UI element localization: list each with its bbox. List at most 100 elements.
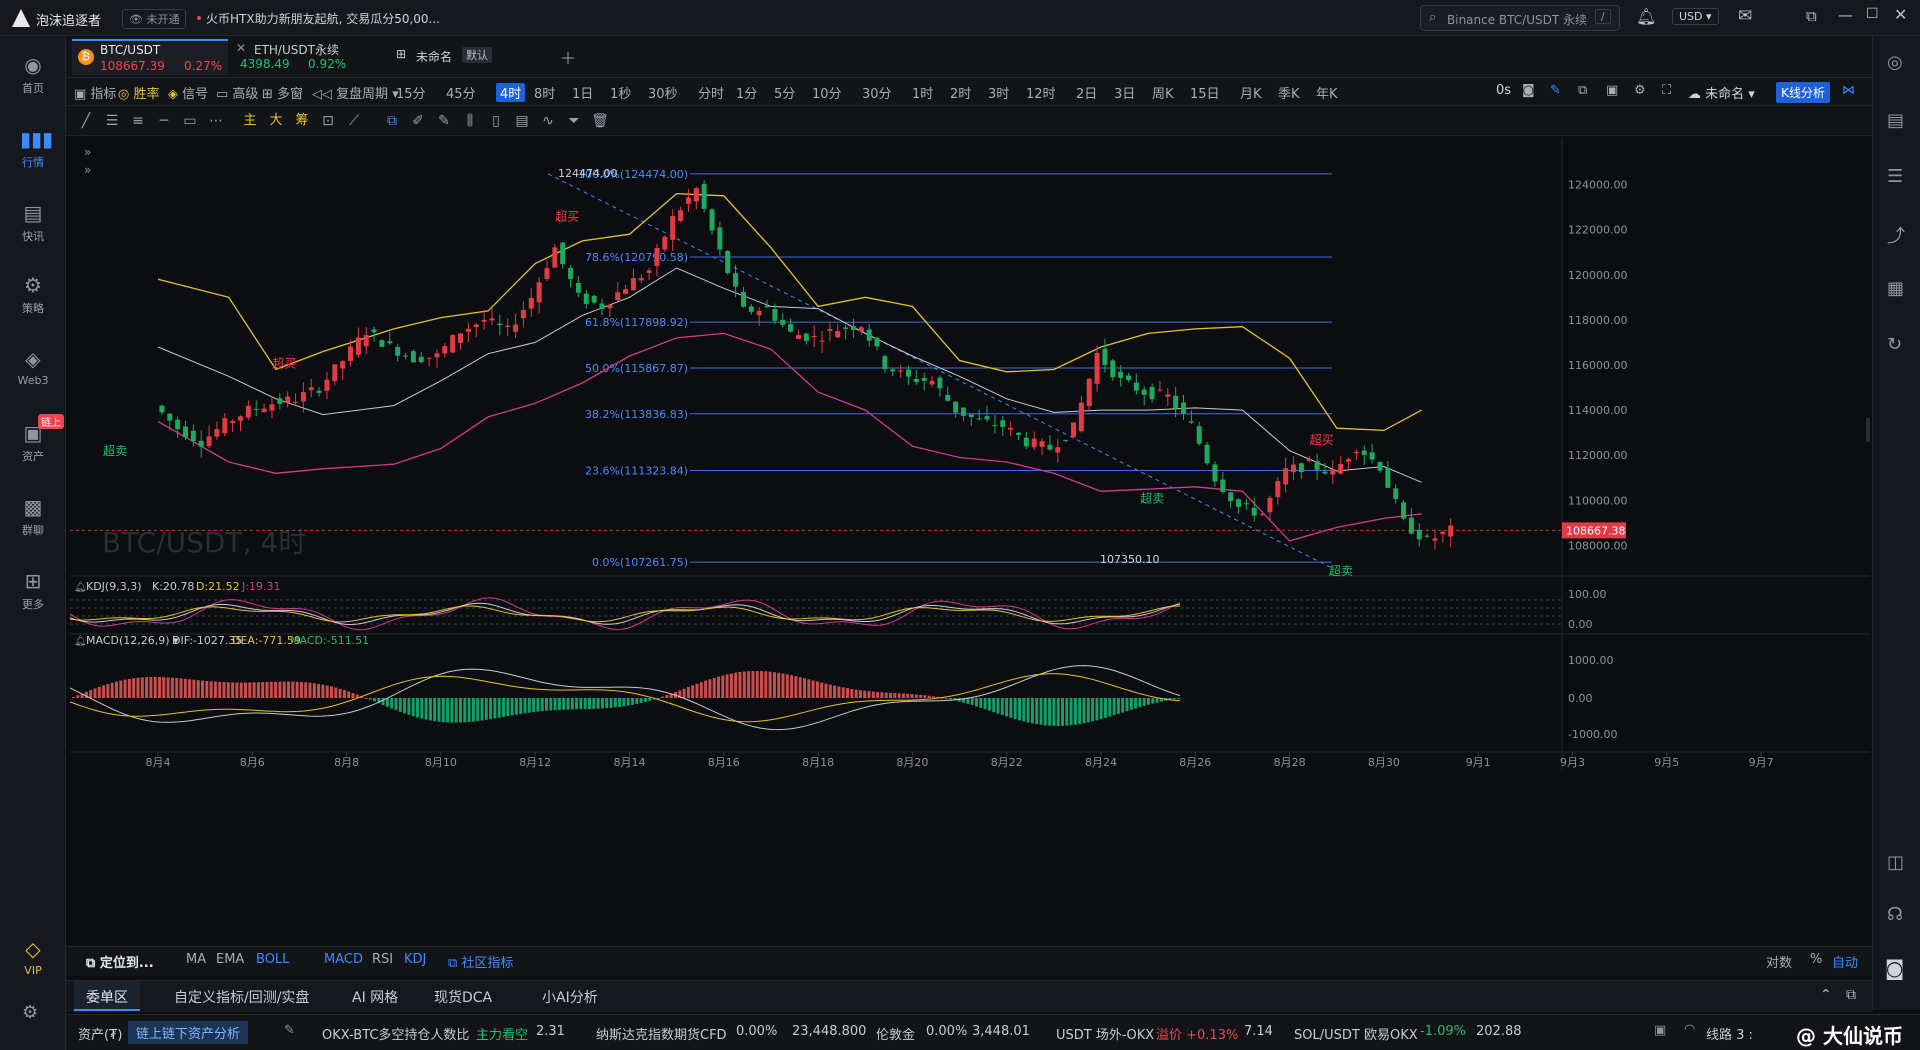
bell-icon[interactable]: 🔔︎ xyxy=(1636,7,1656,26)
copy-icon[interactable]: ⧉ xyxy=(382,111,402,131)
curve-icon[interactable]: ∿ xyxy=(538,111,558,131)
timeframe-3[interactable]: 8时 xyxy=(534,83,555,102)
ruler-icon[interactable]: ⫼ xyxy=(460,111,480,131)
ind-ma[interactable]: MA xyxy=(186,952,206,967)
tab-close-icon[interactable]: ✕ xyxy=(236,41,246,55)
nav-more[interactable]: ⊞ 更多 xyxy=(0,560,66,626)
trendline-icon[interactable]: ╱ xyxy=(76,111,96,131)
workspace-tab[interactable]: ⊞ 未命名 默认 xyxy=(396,39,536,75)
timeframe-13[interactable]: 2时 xyxy=(950,83,971,102)
timeframe-7[interactable]: 分时 xyxy=(698,83,724,102)
indicator-button[interactable]: ▣ 指标 xyxy=(74,83,116,102)
mail-icon[interactable]: ✉ xyxy=(1738,6,1752,26)
headset-icon[interactable]: ☊ xyxy=(1887,904,1903,925)
trash-icon[interactable]: 🗑︎ xyxy=(590,111,610,131)
save-icon[interactable]: ▣ xyxy=(1606,83,1618,98)
window-icon[interactable]: ⧉ xyxy=(1578,83,1587,98)
ticker-name[interactable]: OKX-BTC多空持仓人数比 xyxy=(322,1024,469,1043)
timeframe-10[interactable]: 10分 xyxy=(812,83,842,102)
timeframe-20[interactable]: 月K xyxy=(1240,83,1262,102)
message-icon[interactable]: ▣ xyxy=(1654,1023,1666,1038)
nav-strategy[interactable]: ⚙ 策略 xyxy=(0,264,66,330)
ind-macd[interactable]: MACD xyxy=(324,952,363,967)
popout-icon[interactable]: ⧉ xyxy=(1806,7,1817,25)
hline-icon[interactable]: ─ xyxy=(154,111,174,131)
nav-web3[interactable]: ◈ Web3 xyxy=(0,338,66,404)
add-tab-icon[interactable]: ＋ xyxy=(560,45,576,69)
winrate-button[interactable]: ◎ 胜率 xyxy=(118,83,160,102)
share-icon[interactable]: ⋈ xyxy=(1842,83,1855,98)
maximize-icon[interactable]: ☐ xyxy=(1866,6,1879,22)
measure-icon[interactable]: ⊡ xyxy=(318,111,338,131)
ind-boll[interactable]: BOLL xyxy=(256,952,289,967)
locate-button[interactable]: ⧉ 定位到... xyxy=(86,952,154,971)
timeframe-1[interactable]: 45分 xyxy=(446,83,476,102)
search-box[interactable]: ⌕ Binance BTC/USDT 永续 / xyxy=(1420,5,1620,31)
timeframe-6[interactable]: 30秒 xyxy=(648,83,678,102)
timeframe-8[interactable]: 1分 xyxy=(736,83,757,102)
auto-scale-toggle[interactable]: 自动 xyxy=(1832,952,1858,971)
edit-icon[interactable]: ✎ xyxy=(284,1023,295,1038)
tab-btc[interactable]: ₿ BTC/USDT 108667.39 0.27% xyxy=(72,39,228,75)
pen-icon[interactable]: ✎ xyxy=(1550,83,1561,98)
percent-toggle[interactable]: % xyxy=(1810,952,1822,967)
refresh-icon[interactable]: ↻ xyxy=(1887,334,1902,355)
settings-icon[interactable]: ⚙ xyxy=(22,1002,38,1023)
brush-icon[interactable]: ✐ xyxy=(408,111,428,131)
timeframe-22[interactable]: 年K xyxy=(1316,83,1338,102)
nav-home[interactable]: ◉ 首页 xyxy=(0,44,66,110)
minimize-icon[interactable]: — xyxy=(1838,6,1853,24)
nav-market[interactable]: ▮▮▮ 行情 xyxy=(0,118,66,184)
panel-tab-ai-analysis[interactable]: 小AI分析 xyxy=(542,987,598,1007)
ticker-name[interactable]: SOL/USDT 欧易OKX xyxy=(1294,1024,1418,1043)
period-dropdown[interactable]: 周期 ▾ xyxy=(362,83,399,102)
close-icon[interactable]: ✕ xyxy=(1894,5,1907,24)
chart-canvas[interactable]: » » BTC/USDT, 4时 124000.00 122000.00 120000.0… xyxy=(70,138,1870,946)
orderbook-icon[interactable]: ▤ xyxy=(1887,110,1904,131)
big-order-button[interactable]: 大 xyxy=(266,111,286,131)
timeframe-9[interactable]: 5分 xyxy=(774,83,795,102)
timeframe-4[interactable]: 1日 xyxy=(572,83,593,102)
ind-kdj[interactable]: KDJ xyxy=(404,952,426,967)
calc-icon[interactable]: ▦ xyxy=(1887,278,1904,299)
ticker-name[interactable]: 伦敦金 xyxy=(876,1024,915,1043)
robot-icon[interactable]: ◙ xyxy=(1885,956,1904,980)
currency-select[interactable]: USD ▾ xyxy=(1672,8,1719,25)
community-indicators[interactable]: ⧉ 社区指标 xyxy=(448,952,513,971)
kline-analysis-button[interactable]: K线分析 xyxy=(1776,82,1830,103)
nav-vip[interactable]: ◇ VIP xyxy=(0,928,66,994)
panel-tab-orders[interactable]: 委单区 xyxy=(74,981,140,1011)
clipboard-icon[interactable]: ▯ xyxy=(486,111,506,131)
ticker-name[interactable]: 纳斯达克指数期货CFD xyxy=(596,1024,727,1043)
line-label[interactable]: 线路 3 : xyxy=(1706,1024,1753,1043)
timeframe-12[interactable]: 1时 xyxy=(912,83,933,102)
ticker-name[interactable]: USDT 场外-OKX xyxy=(1056,1024,1154,1043)
magnet-icon[interactable]: ⟋ xyxy=(344,111,364,131)
nav-news[interactable]: ▤ 快讯 xyxy=(0,192,66,258)
fullscreen-icon[interactable]: ⛶ xyxy=(1662,83,1671,98)
tab-eth[interactable]: ✕ ETH/USDT永续 4398.49 0.92% xyxy=(230,39,380,75)
panel-collapse-icon[interactable]: ⌃ xyxy=(1820,987,1832,1003)
timeframe-21[interactable]: 季K xyxy=(1278,83,1300,102)
timeframe-16[interactable]: 2日 xyxy=(1076,83,1097,102)
parallel-icon[interactable]: ☰ xyxy=(102,111,122,131)
globe-icon[interactable]: ◎ xyxy=(1887,52,1903,73)
list-icon[interactable]: ☰ xyxy=(1887,166,1903,187)
nav-chat[interactable]: ▩ 群聊 xyxy=(0,486,66,552)
timeframe-14[interactable]: 3时 xyxy=(988,83,1009,102)
timeframe-18[interactable]: 周K xyxy=(1152,83,1174,102)
settings-gear-icon[interactable]: ⚙ xyxy=(1634,83,1646,98)
timeframe-17[interactable]: 3日 xyxy=(1114,83,1135,102)
nav-asset[interactable]: ▣ 资产 链上 xyxy=(0,412,66,478)
rect-icon[interactable]: ▭ xyxy=(180,111,200,131)
timeframe-11[interactable]: 30分 xyxy=(862,83,892,102)
panel-popout-icon[interactable]: ⧉ xyxy=(1846,987,1856,1003)
log-scale-toggle[interactable]: 对数 xyxy=(1766,952,1792,971)
replay-button[interactable]: ◁◁ 复盘 xyxy=(312,83,362,102)
main-force-button[interactable]: 主 xyxy=(240,111,260,131)
note-icon[interactable]: ▤ xyxy=(512,111,532,131)
timeframe-15[interactable]: 12时 xyxy=(1026,83,1056,102)
panel-tab-custom[interactable]: 自定义指标/回测/实盘 xyxy=(174,987,309,1007)
ind-rsi[interactable]: RSI xyxy=(372,952,393,967)
signal-button[interactable]: ◈ 信号 xyxy=(168,83,208,102)
